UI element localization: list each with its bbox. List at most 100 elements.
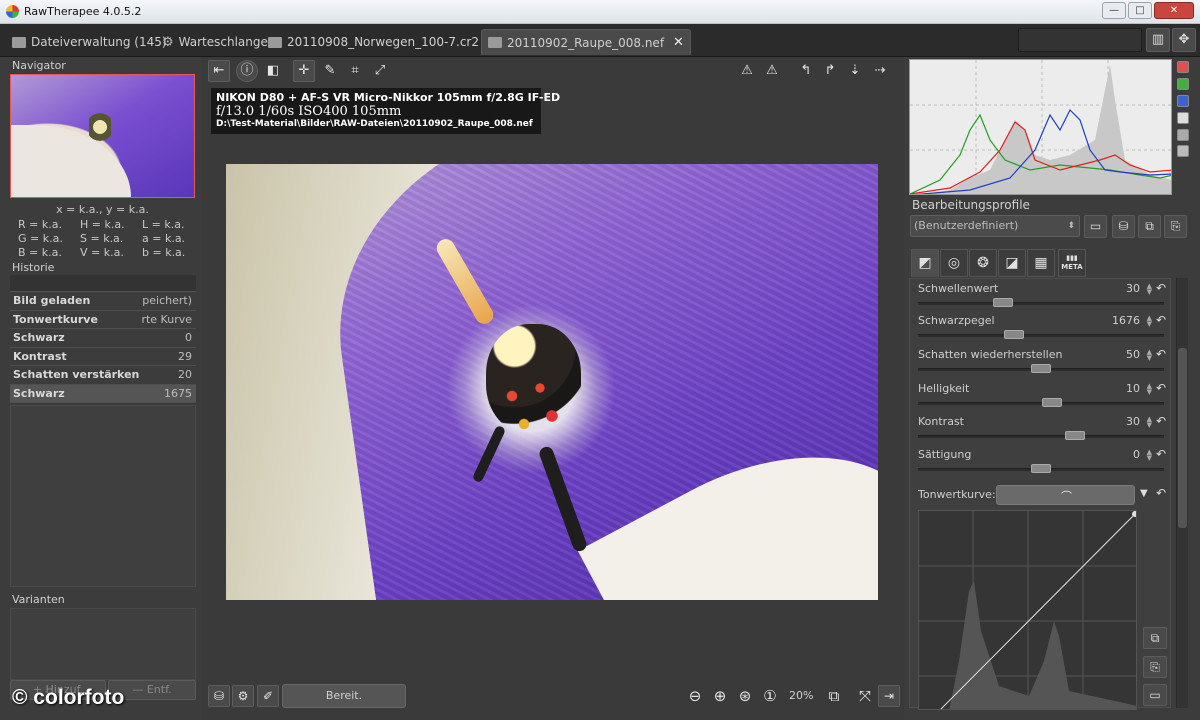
slider-thumb[interactable] bbox=[1065, 431, 1085, 440]
tab-editor-raupe[interactable]: 20110902_Raupe_008.nef ✕ bbox=[481, 29, 691, 55]
rotate-right-icon-button[interactable]: ↱ bbox=[819, 60, 841, 82]
close-window-button[interactable]: ✕ bbox=[1154, 2, 1194, 19]
main-tab-bar: Dateiverwaltung (145) ⚙ Warteschlange 20… bbox=[0, 24, 1200, 57]
zoom-in-icon[interactable]: ⊕ bbox=[709, 685, 731, 707]
slider-thumb[interactable] bbox=[1031, 464, 1051, 473]
spin-arrows-icon[interactable]: ▲ ▼ bbox=[1147, 283, 1152, 296]
open-curve-button[interactable]: ▭ bbox=[1143, 684, 1167, 706]
tab-transform[interactable]: ◪ bbox=[998, 249, 1026, 277]
slider-track[interactable] bbox=[918, 402, 1164, 405]
before-after-icon-button[interactable]: ◧ bbox=[262, 60, 284, 82]
hide-right-panel-button[interactable]: ⇥ bbox=[878, 685, 900, 707]
spin-arrows-icon[interactable]: ▲ ▼ bbox=[1147, 416, 1152, 429]
slider-value[interactable]: 10 bbox=[1126, 382, 1140, 395]
save-profile-button[interactable]: ⛁ bbox=[1112, 215, 1135, 238]
open-in-editor-icon-button[interactable]: ✐ bbox=[257, 685, 279, 707]
histogram-red-toggle[interactable] bbox=[1177, 61, 1189, 73]
history-row[interactable]: Kontrast 29 bbox=[10, 348, 196, 366]
fullscreen-icon[interactable]: ⤧ bbox=[854, 685, 876, 707]
variants-list[interactable] bbox=[10, 608, 196, 680]
slider-value[interactable]: 30 bbox=[1126, 282, 1140, 295]
spin-arrows-icon[interactable]: ▲ ▼ bbox=[1147, 315, 1152, 328]
tone-curve-type-select[interactable]: ⌒ bbox=[996, 485, 1135, 505]
tab-editor-norwegen[interactable]: 20110908_Norwegen_100-7.cr2 ✕ bbox=[262, 29, 505, 55]
zoom-fit-icon[interactable]: ⊛ bbox=[734, 685, 756, 707]
navigator-preview[interactable] bbox=[10, 74, 195, 198]
scrollbar-thumb[interactable] bbox=[1178, 348, 1187, 528]
reset-icon[interactable]: ↶ bbox=[1156, 281, 1166, 295]
histogram-raw-toggle[interactable] bbox=[1177, 129, 1189, 141]
rotate-left-icon-button[interactable]: ↰ bbox=[795, 60, 817, 82]
load-profile-folder-button[interactable]: ▭ bbox=[1084, 215, 1107, 238]
slider-track[interactable] bbox=[918, 302, 1164, 305]
slider-thumb[interactable] bbox=[1042, 398, 1062, 407]
histogram-blue-toggle[interactable] bbox=[1177, 95, 1189, 107]
history-row[interactable]: Schwarz 0 bbox=[10, 329, 196, 348]
slider-thumb[interactable] bbox=[1004, 330, 1024, 339]
tab-queue[interactable]: ⚙ Warteschlange bbox=[156, 29, 274, 55]
reset-icon[interactable]: ↶ bbox=[1156, 447, 1166, 461]
tab-detail[interactable]: ◎ bbox=[940, 249, 968, 277]
history-row[interactable]: Schatten verstärken 20 bbox=[10, 366, 196, 385]
main-image-preview[interactable] bbox=[226, 164, 878, 600]
copy-profile-button[interactable]: ⧉ bbox=[1138, 215, 1161, 238]
navigator-coordinates: x = k.a., y = k.a. bbox=[56, 203, 149, 216]
slider-value[interactable]: 1676 bbox=[1112, 314, 1140, 327]
reset-icon[interactable]: ↶ bbox=[1156, 347, 1166, 361]
spin-arrows-icon[interactable]: ▲ ▼ bbox=[1147, 349, 1152, 362]
slider-value[interactable]: 0 bbox=[1133, 448, 1140, 461]
spin-arrows-icon[interactable]: ▲ ▼ bbox=[1147, 383, 1152, 396]
history-row-selected[interactable]: Schwarz 1675 bbox=[10, 384, 196, 403]
tab-exposure[interactable]: ◩ bbox=[911, 249, 939, 277]
slider-row: Helligkeit 10 ▲ ▼ ↶ bbox=[918, 381, 1166, 412]
hide-left-panel-button[interactable]: ⇤ bbox=[208, 60, 230, 82]
slider-value[interactable]: 30 bbox=[1126, 415, 1140, 428]
tab-color[interactable]: ❂ bbox=[969, 249, 997, 277]
reset-icon[interactable]: ↶ bbox=[1156, 381, 1166, 395]
zoom-100-icon[interactable]: ① bbox=[759, 685, 781, 707]
tab-raw[interactable]: ▦ bbox=[1027, 249, 1055, 277]
white-balance-picker-icon-button[interactable]: ✎ bbox=[319, 60, 341, 82]
history-row[interactable]: Bild geladen peichert) bbox=[10, 292, 196, 311]
flip-horizontal-icon-button[interactable]: ⇢ bbox=[869, 60, 891, 82]
send-to-queue-icon-button[interactable]: ⚙ bbox=[232, 685, 254, 707]
tool-panel-scrollbar[interactable] bbox=[1176, 278, 1188, 708]
tone-curve-editor[interactable] bbox=[918, 510, 1137, 710]
straighten-icon-button[interactable]: ⤢ bbox=[369, 60, 391, 82]
crosshair-icon-button[interactable]: ✥ bbox=[1172, 28, 1196, 52]
info-icon-button[interactable]: ⓘ bbox=[236, 60, 258, 82]
profile-select[interactable]: (Benutzerdefiniert) ⬍ bbox=[910, 215, 1080, 237]
dropdown-arrow-icon[interactable]: ▼ bbox=[1140, 488, 1148, 499]
slider-thumb[interactable] bbox=[993, 298, 1013, 307]
crop-icon-button[interactable]: ⌗ bbox=[344, 60, 366, 82]
close-tab-icon[interactable]: ✕ bbox=[673, 35, 684, 50]
slider-track[interactable] bbox=[918, 334, 1164, 337]
paste-curve-button[interactable]: ⎘ bbox=[1143, 656, 1167, 678]
hand-tool-icon-button[interactable]: ✛ bbox=[293, 60, 315, 82]
histogram-luminance-toggle[interactable] bbox=[1177, 112, 1189, 124]
reset-curve-icon[interactable]: ↶ bbox=[1156, 486, 1166, 500]
maximize-button[interactable]: □ bbox=[1128, 2, 1152, 19]
minimize-button[interactable]: — bbox=[1102, 2, 1126, 19]
reset-icon[interactable]: ↶ bbox=[1156, 414, 1166, 428]
filmstrip-toggle-button[interactable]: ▥ bbox=[1146, 28, 1170, 52]
new-detail-window-icon[interactable]: ⧉ bbox=[823, 685, 845, 707]
tab-metadata[interactable]: ▮▮▮ META bbox=[1058, 249, 1086, 277]
slider-thumb[interactable] bbox=[1031, 364, 1051, 373]
histogram-bar-toggle[interactable] bbox=[1177, 145, 1189, 157]
flip-vertical-icon-button[interactable]: ⇣ bbox=[844, 60, 866, 82]
highlight-clipping-warning-icon[interactable]: ⚠ bbox=[761, 60, 783, 82]
shadow-clipping-warning-icon[interactable]: ⚠ bbox=[736, 60, 758, 82]
history-row[interactable]: Tonwertkurve rte Kurve bbox=[10, 311, 196, 329]
tab-bar-empty-field[interactable] bbox=[1018, 28, 1142, 52]
histogram-green-toggle[interactable] bbox=[1177, 78, 1189, 90]
slider-value[interactable]: 50 bbox=[1126, 348, 1140, 361]
copy-curve-button[interactable]: ⧉ bbox=[1143, 627, 1167, 649]
zoom-out-icon[interactable]: ⊖ bbox=[684, 685, 706, 707]
tab-file-browser[interactable]: Dateiverwaltung (145) bbox=[6, 29, 173, 55]
slider-track[interactable] bbox=[918, 435, 1164, 438]
paste-profile-button[interactable]: ⎘ bbox=[1164, 215, 1187, 238]
spin-arrows-icon[interactable]: ▲ ▼ bbox=[1147, 449, 1152, 462]
save-image-icon-button[interactable]: ⛁ bbox=[208, 685, 230, 707]
reset-icon[interactable]: ↶ bbox=[1156, 313, 1166, 327]
